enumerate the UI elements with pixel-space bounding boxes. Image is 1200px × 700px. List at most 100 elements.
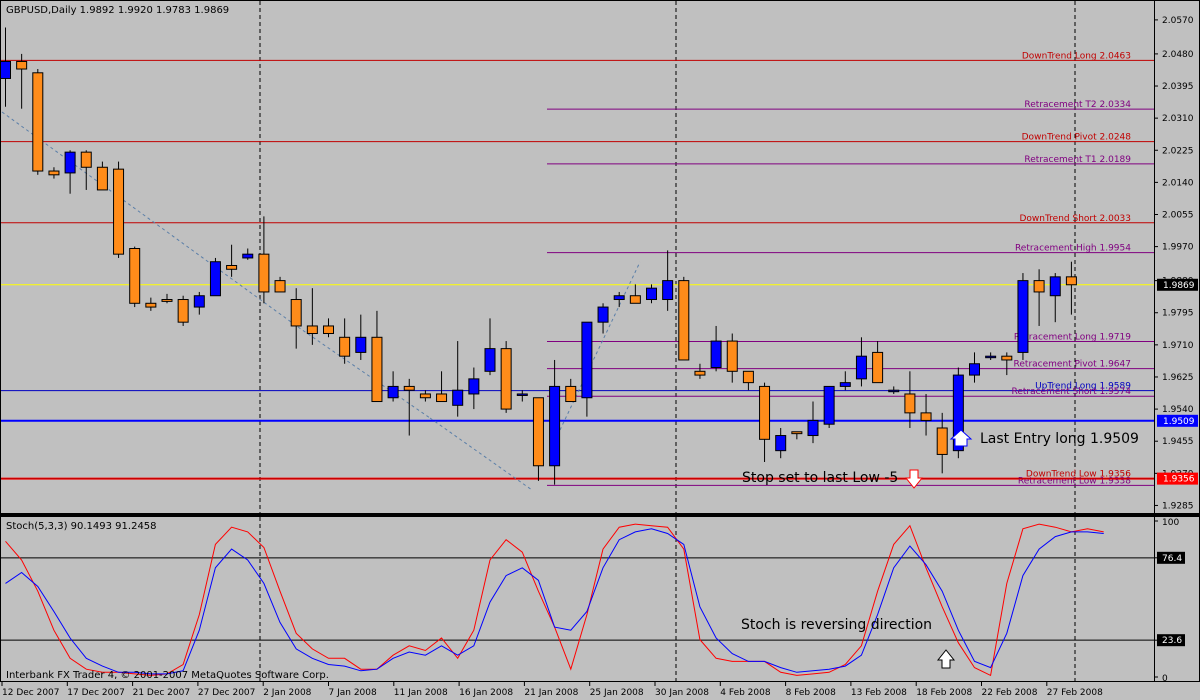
candle-body [145,302,157,308]
candle-body [613,295,625,301]
candle-body [387,385,399,399]
trend-line-label: Retracement Short 1.9574 [1011,387,1131,397]
candle-body [161,299,173,302]
time-tick-label: 17 Dec 2007 [67,688,125,698]
price-tick-label: 2.0055 [1162,210,1194,220]
candle-body [969,363,980,376]
price-tick-label: 2.0225 [1162,146,1194,156]
price-tick-label: 1.9625 [1162,373,1194,383]
candle-body [32,72,44,172]
candle-body [484,348,496,372]
time-tick-label: 8 Feb 2008 [786,688,837,698]
candle-body [565,385,577,403]
candle-body [985,355,997,359]
candle-body [1017,280,1029,353]
time-tick-label: 21 Dec 2007 [133,688,191,698]
candle-body [242,253,254,259]
trend-line-label: DownTrend Long 2.0463 [1022,51,1131,61]
time-tick-label: 30 Jan 2008 [655,688,709,698]
time-tick-label: 27 Dec 2007 [198,688,256,698]
candle-body [226,265,238,270]
candle-body [64,151,76,174]
candle-body [936,427,948,455]
trading-chart: DownTrend Long 2.0463 Retracement T2 2.03… [0,0,1200,700]
candle-body [1001,355,1013,361]
candle-body [193,295,205,308]
candle-body [0,60,11,79]
candle-body [694,370,706,376]
candle-body [710,340,722,369]
price-tick-label: 2.0310 [1162,114,1194,124]
entry-annotation: Last Entry long 1.9509 [980,431,1139,447]
candle-body [791,431,803,435]
candle-body [581,321,593,399]
copyright-text: Interbank FX Trader 4, © 2001-2007 MetaQ… [6,670,329,681]
candle-body [549,385,561,467]
candle-body [274,280,286,293]
trend-line-label: Retracement Long 1.9719 [1014,332,1131,342]
price-chart-header: GBPUSD,Daily 1.9892 1.9920 1.9783 1.9869 [6,5,229,16]
candle-body [258,253,270,293]
time-tick-label: 25 Jan 2008 [590,688,644,698]
price-tick-label: 1.9285 [1162,501,1194,511]
price-tick-label: 1.9795 [1162,309,1194,319]
candle-body [452,389,464,406]
candle-body [209,261,221,297]
time-tick-label: 7 Jan 2008 [329,688,377,698]
candle-body [323,325,334,335]
price-tick-label: 2.0395 [1162,82,1194,92]
candle-body [726,340,738,372]
candle-body [1065,276,1077,286]
candle-body [468,378,480,395]
candle-body [96,166,108,191]
stoch-annotation: Stoch is reversing direction [741,617,932,633]
price-tick-label: 1.9455 [1162,437,1194,447]
candle-body [436,393,448,403]
time-tick-label: 12 Dec 2007 [2,688,60,698]
time-tick-label: 11 Jan 2008 [394,688,448,698]
candle-body [872,351,884,384]
candle-body [290,299,302,327]
trend-line-label: DownTrend Short 2.0033 [1020,214,1132,224]
candle-body [759,385,771,440]
time-tick-label: 27 Feb 2008 [1047,688,1103,698]
candle-body [678,280,690,361]
stoch-tick-label: 100 [1162,518,1179,528]
candle-body [371,336,383,403]
candle-body [823,385,835,425]
candle-body [16,60,28,70]
candle-body [48,170,60,176]
price-tick-label: 2.0570 [1162,16,1194,26]
candle-body [419,393,431,399]
price-tick-label: 2.0140 [1162,178,1194,188]
candle-body [1033,280,1045,293]
price-tick-label: 2.0480 [1162,50,1194,60]
candle-body [855,355,867,380]
candle-body [306,325,318,335]
stoch-level-label: 23.6 [1162,636,1182,646]
time-tick-label: 2 Jan 2008 [263,688,311,698]
trend-line-label: Retracement T1 2.0189 [1024,155,1131,165]
candle-body [500,348,512,410]
price-tick-label: 1.9710 [1162,341,1194,351]
entry-price-label: 1.9509 [1163,417,1195,427]
current-price-label: 1.9869 [1163,281,1195,291]
candle-body [742,370,754,384]
time-tick-label: 4 Feb 2008 [720,688,771,698]
trend-line-label: Retracement Pivot 1.9647 [1014,360,1131,370]
candle-body [904,393,916,414]
candle-body [775,435,787,452]
candle-body [839,382,851,387]
time-tick-label: 16 Jan 2008 [459,688,513,698]
candle-body [532,397,544,467]
candle-body [807,419,819,437]
time-tick-label: 22 Feb 2008 [982,688,1038,698]
candle-body [516,393,528,396]
candle-body [1049,276,1061,297]
stop-price-label: 1.9356 [1163,475,1195,485]
candle-body [597,306,609,323]
stoch-tick-label: 0 [1162,674,1168,684]
candle-body [646,287,657,301]
candle-body [403,385,415,391]
candle-body [177,299,189,323]
